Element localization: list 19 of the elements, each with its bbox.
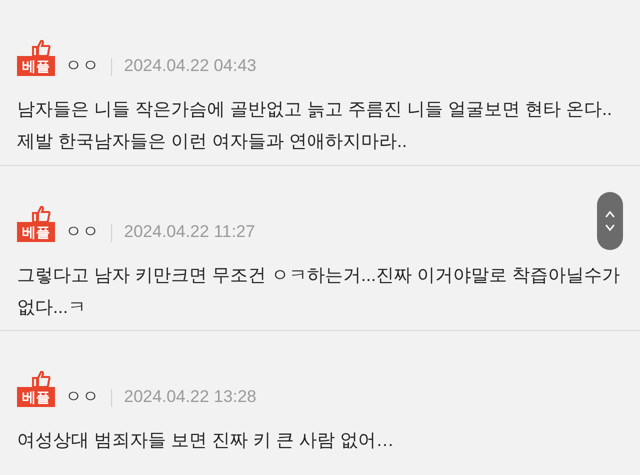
thumbs-up-icon bbox=[31, 206, 51, 222]
scroll-down-button[interactable] bbox=[605, 224, 615, 231]
thumbs-up-icon bbox=[31, 40, 51, 56]
best-badge: 베플 bbox=[17, 387, 55, 407]
scroll-up-button[interactable] bbox=[605, 211, 615, 218]
author-name: ㅇㅇ bbox=[65, 222, 99, 242]
author-name: ㅇㅇ bbox=[65, 56, 99, 76]
best-badge: 베플 bbox=[17, 56, 55, 76]
comment-date: 2024.04.22 13:28 bbox=[124, 387, 256, 407]
best-badge: 베플 bbox=[17, 222, 55, 242]
comment-text: 그렇다고 남자 키만크면 무조건 ㅇㅋ하는거...진짜 이거야말로 착즙아닐수가 없다...ㅋ bbox=[17, 264, 622, 319]
chevron-up-icon bbox=[605, 211, 615, 218]
comment-date: 2024.04.22 04:43 bbox=[124, 56, 256, 76]
comment-date: 2024.04.22 11:27 bbox=[124, 222, 256, 242]
comment-text: 여성상대 범죄자들 보면 진짜 키 큰 사람 없어… bbox=[17, 429, 396, 452]
author-name: ㅇㅇ bbox=[65, 387, 99, 407]
comment-text: 남자들은 니들 작은가슴에 골반없고 늙고 주름진 니들 얼굴보면 현타 온다.. 제발 한국남자들은 이런 여자들과 연애하지마라.. bbox=[17, 98, 614, 153]
chevron-down-icon bbox=[605, 224, 615, 231]
thumbs-up-icon bbox=[31, 371, 51, 387]
